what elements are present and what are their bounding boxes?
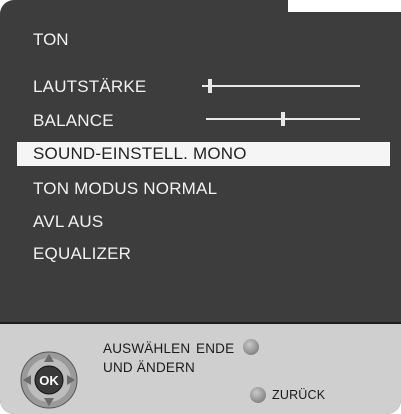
- menu-item-volume[interactable]: LAUTSTÄRKE: [33, 77, 146, 97]
- volume-slider-track: [202, 85, 360, 87]
- exit-button-icon[interactable]: [243, 339, 259, 355]
- menu-item-label: SOUND-EINSTELL. MONO: [33, 144, 247, 163]
- volume-slider-thumb[interactable]: [207, 79, 212, 93]
- menu-item-label: EQUALIZER: [33, 244, 132, 263]
- panel-tab-notch: [288, 0, 401, 12]
- end-label: ENDE: [196, 341, 235, 356]
- menu-item-sound-setting[interactable]: SOUND-EINSTELL. MONO: [17, 142, 390, 166]
- menu-item-balance[interactable]: BALANCE: [33, 111, 114, 131]
- back-button-icon[interactable]: [250, 387, 266, 403]
- dpad-ok-icon[interactable]: OK: [20, 351, 78, 409]
- menu-item-label: LAUTSTÄRKE: [33, 77, 147, 96]
- menu-title: TON: [33, 30, 69, 49]
- select-label: AUSWÄHLEN: [103, 341, 191, 356]
- menu-item-sound-mode[interactable]: TON MODUS NORMAL: [33, 179, 217, 199]
- menu-item-label: BALANCE: [33, 111, 114, 130]
- ok-label: OK: [39, 373, 59, 388]
- menu-item-equalizer[interactable]: EQUALIZER: [33, 244, 131, 264]
- menu-item-label: TON MODUS NORMAL: [33, 179, 218, 198]
- change-label: UND ÄNDERN: [103, 360, 196, 375]
- help-footer: OK AUSWÄHLEN UND ÄNDERN ENDE ZURÜCK: [0, 322, 401, 414]
- back-label: ZURÜCK: [272, 388, 326, 402]
- osd-menu-panel: TON LAUTSTÄRKE BALANCE SOUND-EINSTELL. M…: [0, 0, 401, 414]
- menu-item-label: AVL AUS: [33, 212, 104, 231]
- balance-slider-thumb[interactable]: [281, 112, 285, 126]
- menu-item-avl[interactable]: AVL AUS: [33, 212, 103, 232]
